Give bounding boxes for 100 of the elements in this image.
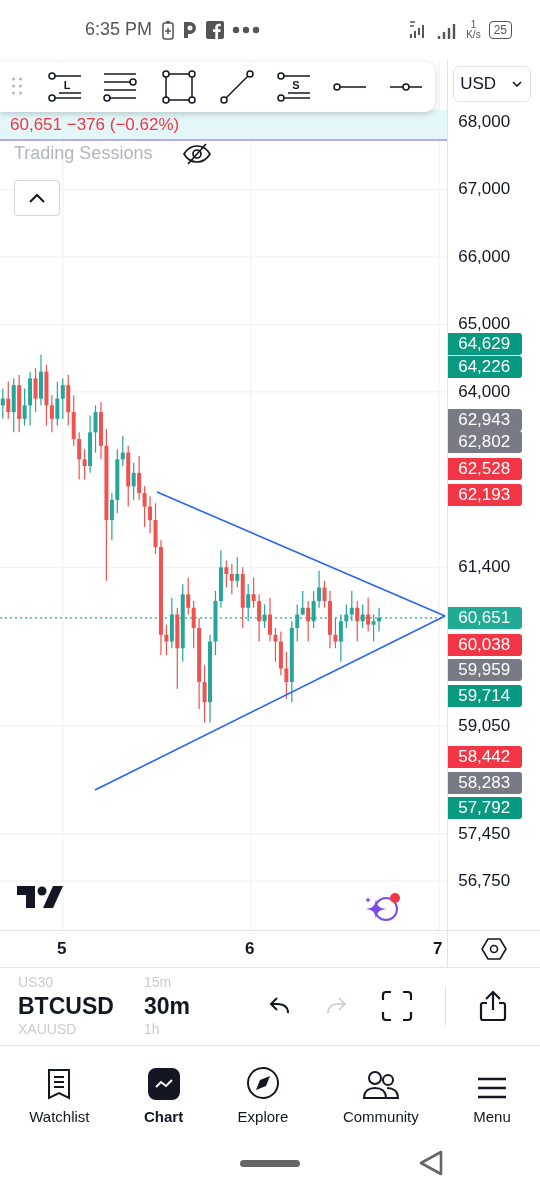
candlestick	[55, 380, 60, 427]
price-tag: 59,959	[448, 658, 523, 681]
candlestick	[142, 485, 147, 528]
candlestick	[148, 495, 153, 534]
nav-tab[interactable]: Explore	[237, 1060, 289, 1125]
people-icon	[362, 1069, 399, 1100]
drag-handle-icon[interactable]	[12, 77, 22, 97]
candlestick	[60, 377, 65, 420]
candlestick	[82, 448, 87, 480]
price-label: 56,750	[458, 872, 511, 889]
candlestick	[186, 576, 191, 615]
nav-tab[interactable]: Chart	[143, 1060, 184, 1125]
candlestick	[164, 623, 169, 656]
symbol-option[interactable]: BTCUSD	[18, 991, 144, 1022]
battery-indicator: 25	[488, 20, 512, 39]
collapse-button[interactable]	[14, 179, 60, 216]
more-icon	[232, 25, 261, 34]
candlestick	[300, 590, 305, 615]
candlestick	[77, 431, 82, 480]
currency-dropdown[interactable]: USD	[453, 65, 532, 102]
candlestick	[22, 387, 27, 427]
candlestick	[109, 492, 114, 541]
candlestick	[355, 600, 360, 642]
price-label: 59,050	[458, 717, 511, 734]
speed-unit: K/s	[466, 29, 481, 40]
eye-slash-icon[interactable]	[182, 141, 213, 166]
price-tag: 62,528	[448, 457, 523, 480]
settings-icon[interactable]	[481, 936, 508, 961]
facebook-icon	[206, 20, 225, 39]
candlestick	[251, 576, 256, 609]
trend-line-icon[interactable]	[219, 69, 255, 105]
compass-icon	[246, 1065, 280, 1100]
price-tag: 64,629	[448, 332, 523, 355]
interval-option[interactable]: 30m	[144, 991, 191, 1022]
price-tag: 60,651	[448, 606, 523, 629]
price-label: 66,000	[458, 248, 511, 265]
price-change: 60,651 −376 (−0.62%)	[10, 114, 180, 135]
candlestick	[349, 590, 354, 622]
price-tag: 64,226	[448, 355, 523, 378]
chevron-down-icon	[512, 80, 523, 87]
trend-line[interactable]	[156, 491, 446, 617]
home-bar[interactable]	[240, 1160, 300, 1168]
candlestick	[317, 569, 322, 609]
candlestick	[224, 559, 229, 588]
candlestick	[268, 596, 272, 642]
price-tag: 62,193	[448, 483, 523, 506]
price-label: 64,000	[458, 383, 511, 400]
back-icon[interactable]	[418, 1149, 444, 1178]
nav-tab[interactable]: Menu	[473, 1060, 511, 1125]
candlestick	[311, 590, 316, 629]
app-icon	[182, 20, 199, 39]
status-time: 6:35 PM	[85, 19, 153, 41]
price-label: 68,000	[458, 113, 511, 130]
candlestick	[131, 461, 136, 501]
candlestick	[202, 664, 207, 723]
price-tag: 60,038	[448, 633, 523, 656]
candlestick	[284, 650, 289, 700]
nav-tab[interactable]: Community	[342, 1060, 419, 1125]
price-tag: 57,792	[448, 796, 523, 819]
candlestick	[6, 380, 11, 420]
menu-icon	[477, 1075, 507, 1100]
price-label: 61,400	[458, 559, 511, 576]
candlestick	[246, 583, 251, 622]
price-tag: 62,943	[448, 408, 523, 431]
time-label: 7	[433, 938, 443, 959]
price-tag: 58,442	[448, 745, 523, 768]
price-tag: 62,802	[448, 430, 523, 453]
candlestick	[191, 600, 196, 649]
price-tag: 58,283	[448, 771, 523, 794]
trend-line[interactable]	[94, 615, 446, 791]
fullscreen-icon[interactable]	[380, 990, 413, 1023]
price-label: 57,450	[458, 825, 511, 842]
candlestick	[333, 617, 338, 649]
candlestick	[295, 603, 300, 642]
battery-charging-icon	[162, 19, 175, 40]
indicator-name: Trading Sessions	[14, 143, 153, 165]
candlestick	[235, 556, 240, 588]
share-icon[interactable]	[478, 990, 508, 1023]
candlestick	[137, 455, 142, 501]
time-label: 6	[245, 938, 255, 959]
nav-tab[interactable]: Watchlist	[29, 1060, 90, 1125]
candlestick	[229, 563, 234, 595]
price-label: 65,000	[458, 316, 511, 333]
candlestick	[93, 404, 98, 453]
rectangle-icon[interactable]	[161, 69, 197, 105]
watchlist-icon	[46, 1067, 73, 1100]
candlestick	[49, 394, 54, 433]
speed-value: 1	[470, 19, 477, 30]
chart-icon	[147, 1067, 180, 1100]
price-label: 67,000	[458, 181, 511, 198]
time-label: 5	[57, 938, 67, 959]
candlestick	[273, 627, 278, 663]
candlestick	[366, 596, 371, 632]
candlestick	[371, 613, 376, 642]
candlestick	[338, 613, 343, 663]
price-tag: 59,714	[448, 684, 523, 707]
candlestick	[322, 579, 327, 609]
candlestick	[257, 593, 262, 642]
caret-up-icon	[28, 191, 46, 204]
candlestick	[33, 367, 38, 413]
